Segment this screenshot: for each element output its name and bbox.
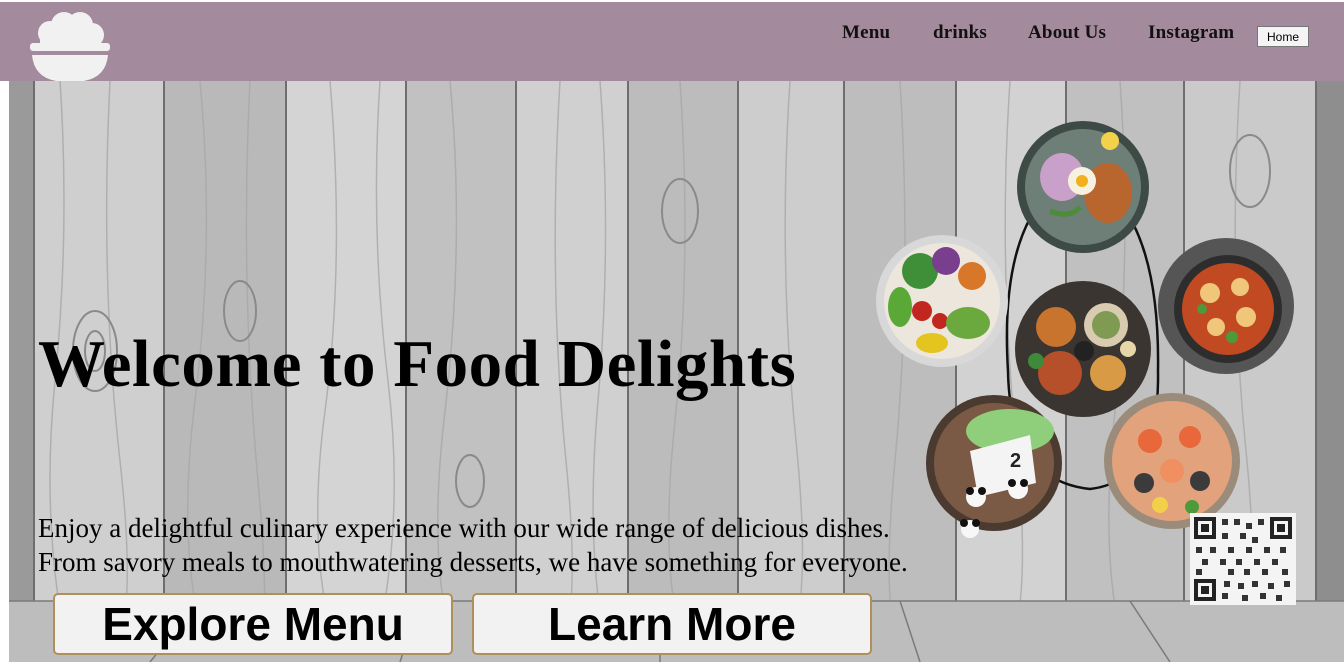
hero-description: Enjoy a delightful culinary experience w… — [38, 511, 908, 579]
nav-drinks[interactable]: drinks — [933, 22, 987, 44]
chicken-plate — [1017, 121, 1149, 253]
nav-about-us[interactable]: About Us — [1028, 22, 1106, 44]
left-edge — [0, 81, 9, 662]
hero-description-line-2: From savory meals to mouthwatering desse… — [38, 547, 908, 577]
navbar: Menu drinks About Us Instagram Home — [0, 2, 1344, 81]
nav-menu[interactable]: Menu — [842, 22, 890, 44]
qr-code-icon — [1190, 513, 1296, 605]
rice-bowl-icon[interactable] — [28, 11, 112, 83]
learn-more-button[interactable]: Learn More — [472, 593, 872, 655]
hero-section: 2 Welcome to Food Delights Enjoy a delig… — [0, 81, 1344, 662]
svg-text:2: 2 — [1010, 450, 1021, 472]
nav-instagram[interactable]: Instagram — [1148, 22, 1234, 44]
explore-menu-button[interactable]: Explore Menu — [53, 593, 453, 655]
hero-title: Welcome to Food Delights — [38, 327, 797, 401]
hero-description-line-1: Enjoy a delightful culinary experience w… — [38, 513, 890, 543]
home-button[interactable]: Home — [1257, 26, 1309, 47]
